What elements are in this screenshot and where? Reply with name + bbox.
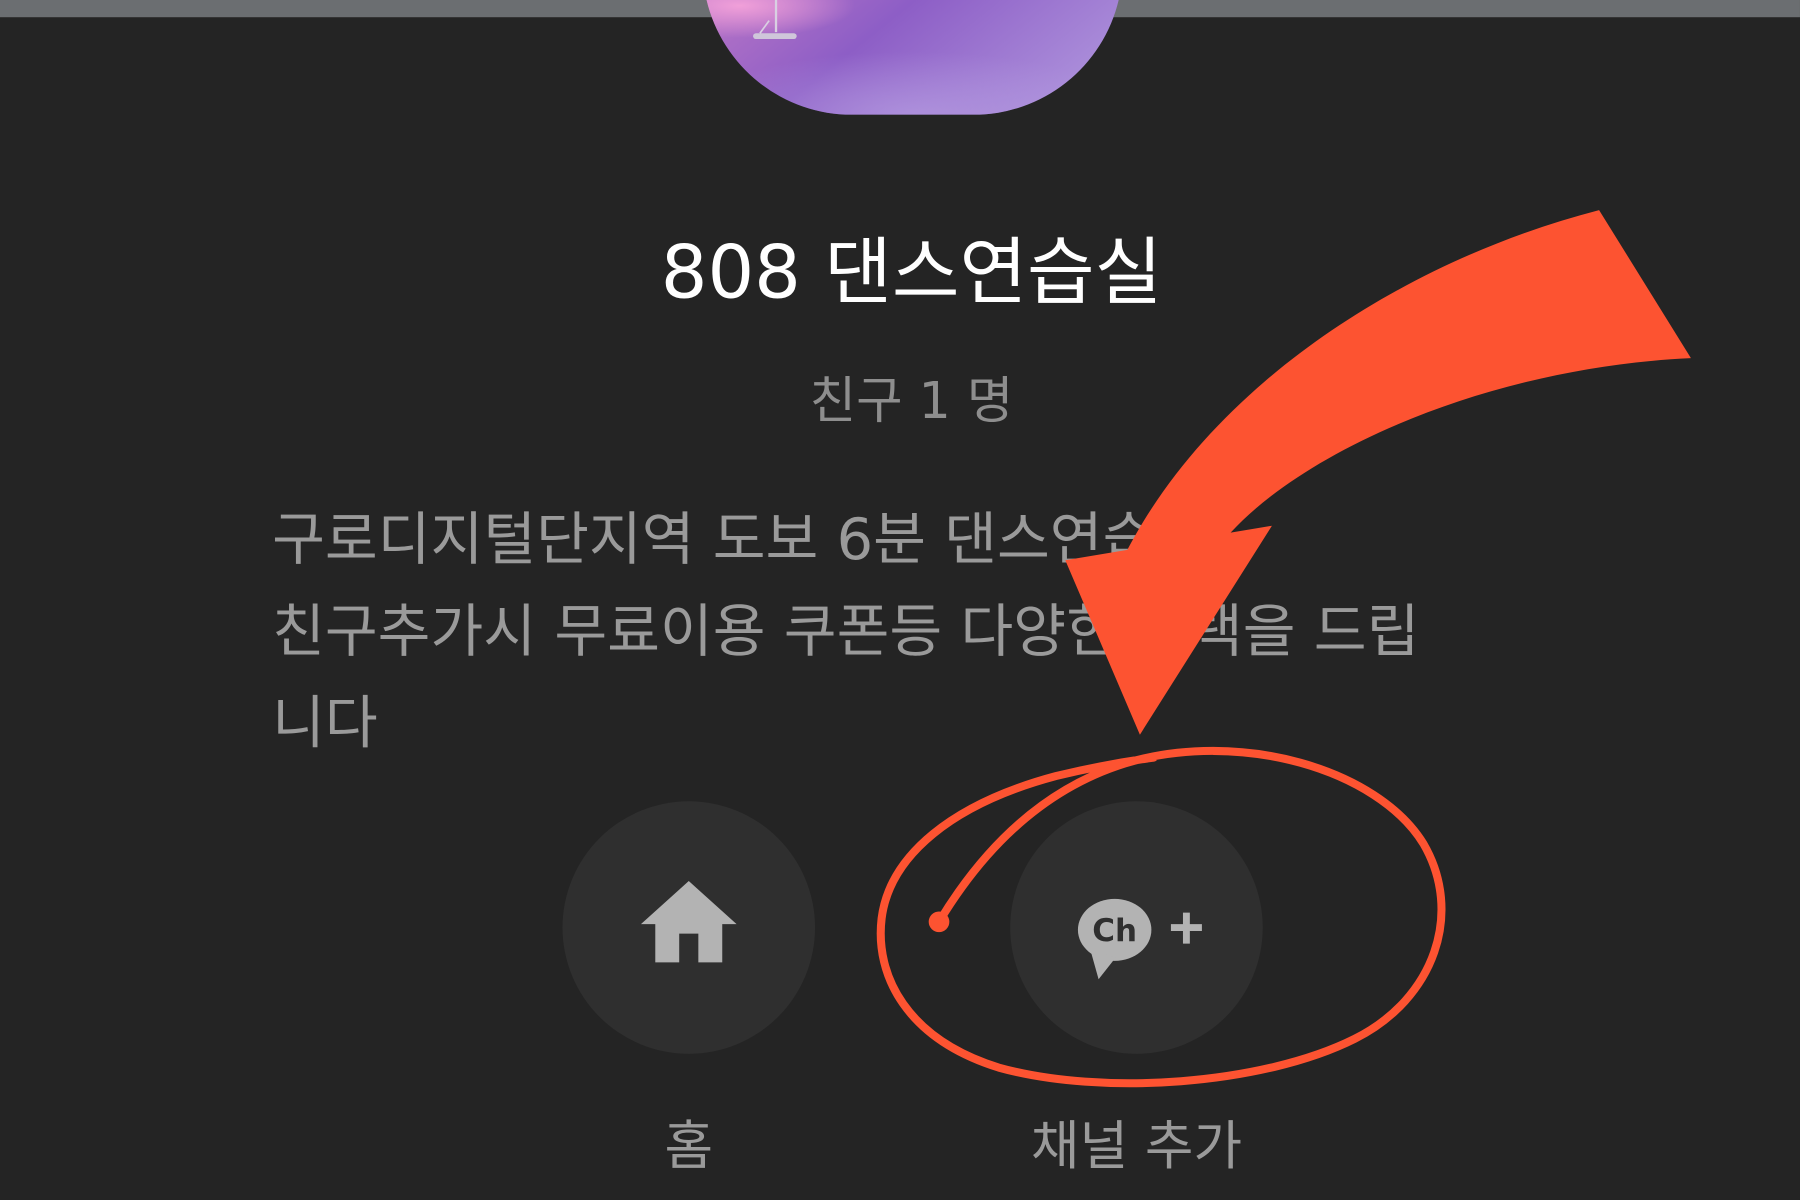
channel-avatar[interactable] xyxy=(703,0,1123,115)
description-line: 친구추가시 무료이용 쿠폰등 다양한 혜택을 드립 xyxy=(272,598,1420,665)
friend-count: 친구 1 명 xyxy=(809,371,1014,431)
channel-description: 구로디지털단지역 도보 6분 댄스연습실! 친구추가시 무료이용 쿠폰등 다양한… xyxy=(272,494,1419,770)
add-channel-button-circle[interactable]: Ch xyxy=(1010,801,1263,1054)
channel-add-icon: Ch xyxy=(1077,898,1202,980)
channel-profile-screen: 808 댄스연습실 친구 1 명 구로디지털단지역 도보 6분 댄스연습실! 친… xyxy=(0,0,1800,1200)
channel-logo-text: Ch xyxy=(1092,913,1137,949)
description-line: 니다 xyxy=(272,689,378,757)
add-channel-button-label: 채널 추가 xyxy=(1030,1114,1243,1177)
add-channel-button[interactable]: Ch 채널 추가 xyxy=(964,801,1308,1182)
home-button-label: 홈 xyxy=(664,1114,714,1177)
home-button[interactable]: 홈 xyxy=(517,801,861,1182)
home-icon xyxy=(640,881,737,963)
description-line: 구로디지털단지역 도보 6분 댄스연습실! xyxy=(272,506,1232,573)
channel-name: 808 댄스연습실 xyxy=(660,230,1163,316)
home-button-circle[interactable] xyxy=(562,801,816,1054)
